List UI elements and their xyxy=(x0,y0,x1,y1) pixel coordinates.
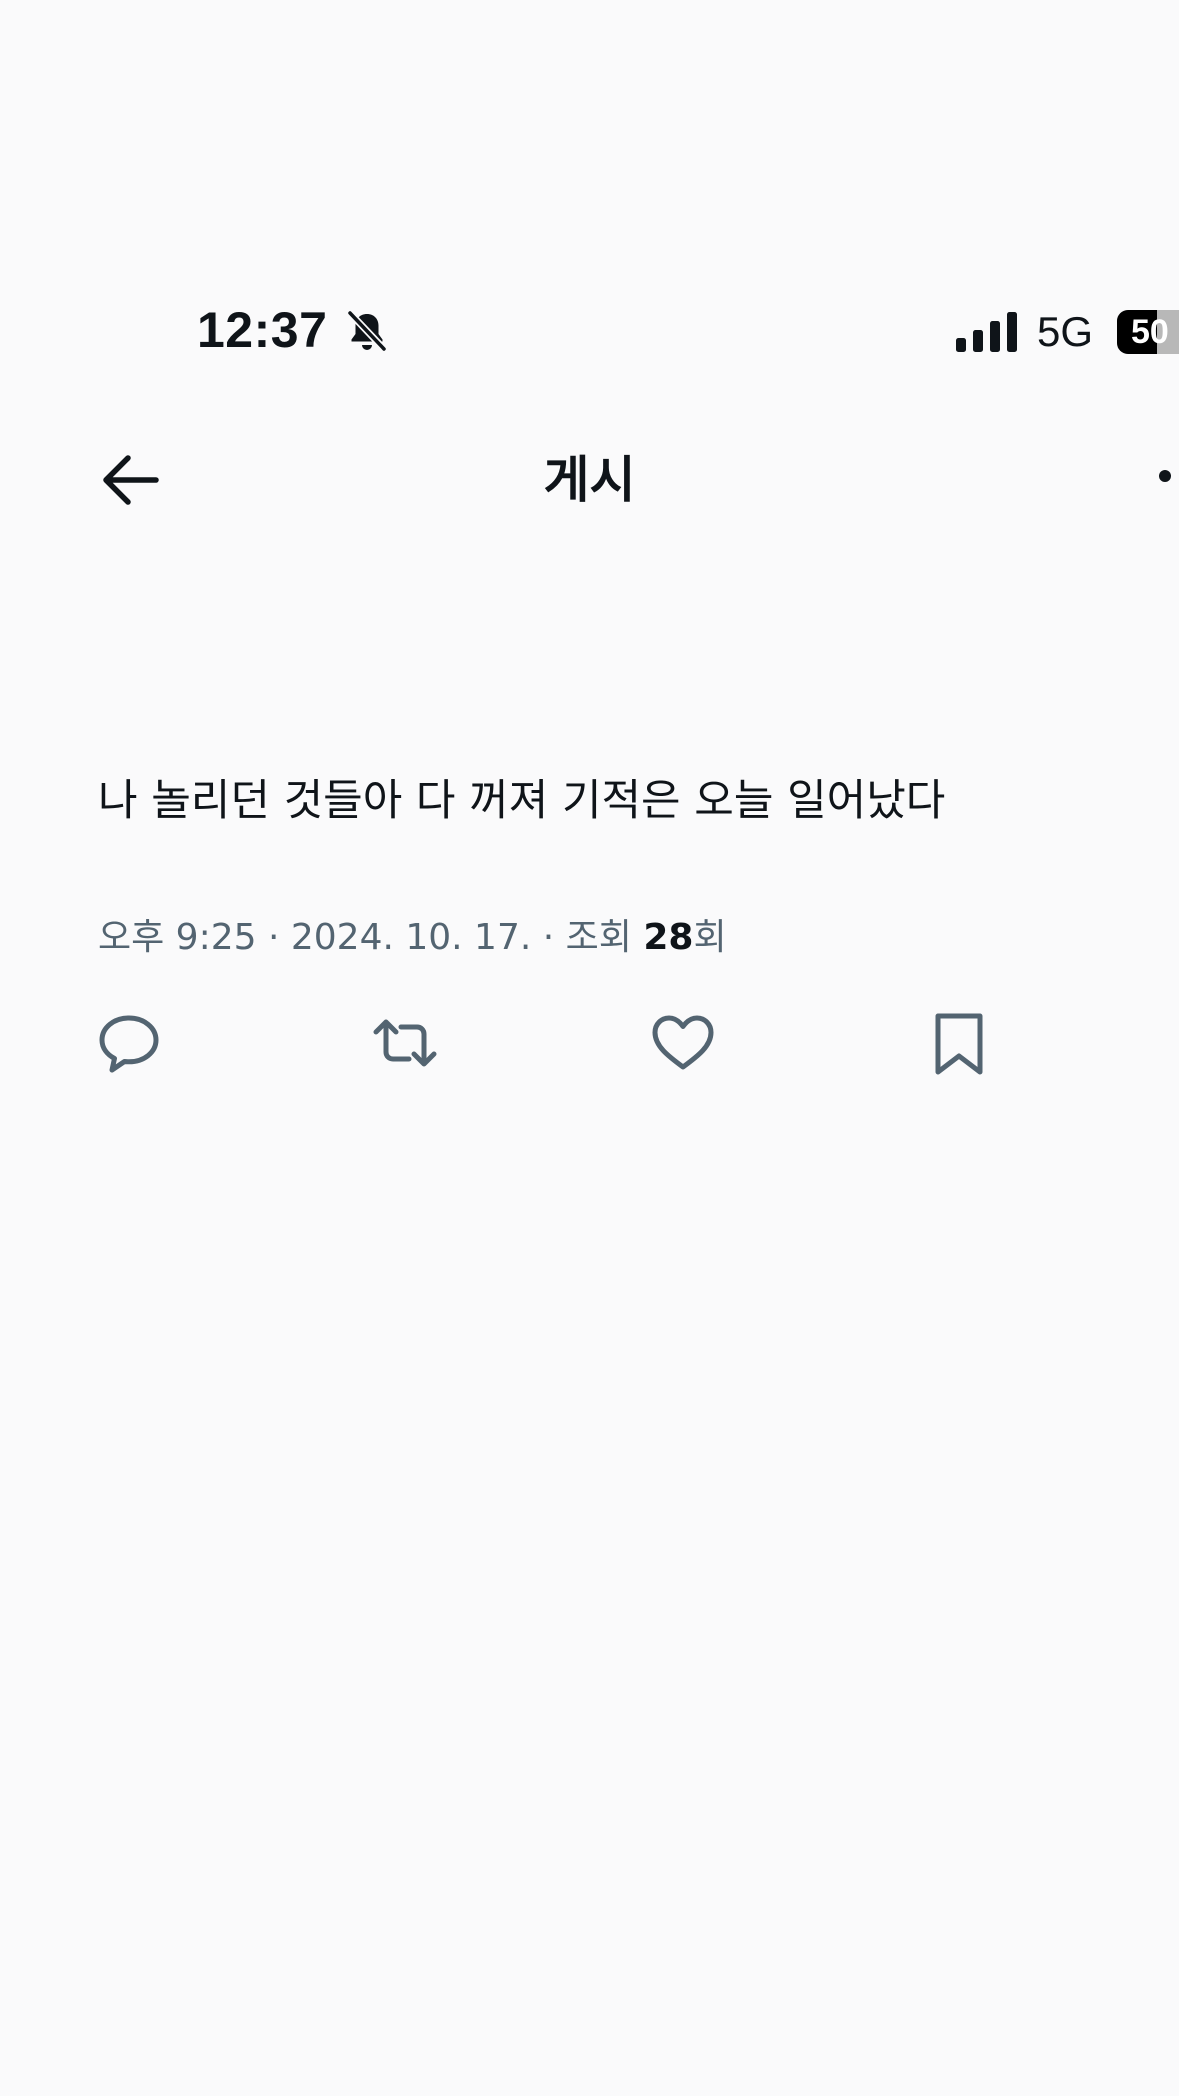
like-button[interactable] xyxy=(650,1010,716,1076)
repost-button[interactable] xyxy=(372,1010,438,1076)
top-navigation-bar: 게시 xyxy=(0,430,1179,530)
status-time: 12:37 xyxy=(197,302,328,358)
post-meta: 오후 9:25 · 2024. 10. 17. · 조회 28회 xyxy=(98,912,727,964)
bell-slash-icon xyxy=(346,309,388,353)
post-timestamp: 오후 9:25 · 2024. 10. 17. · 조회 xyxy=(98,917,644,958)
bookmark-icon xyxy=(935,1013,983,1075)
comment-icon xyxy=(99,1015,159,1073)
views-count: 28 xyxy=(643,917,694,958)
heart-icon xyxy=(652,1015,714,1070)
bookmark-button[interactable] xyxy=(926,1010,992,1076)
more-dots-icon[interactable] xyxy=(1159,470,1171,482)
battery-level: 50 xyxy=(1131,313,1169,351)
page-title-text: 게시 xyxy=(543,451,636,509)
reply-button[interactable] xyxy=(96,1010,162,1076)
network-label: 5G xyxy=(1037,308,1094,355)
post-text: 나 놀리던 것들아 다 꺼져 기적은 오늘 일어났다 xyxy=(98,776,946,826)
views-suffix: 회 xyxy=(693,917,727,958)
cellular-signal-icon xyxy=(956,312,1017,352)
repost-icon xyxy=(373,1019,437,1067)
page-title: 게시 xyxy=(0,448,1179,512)
status-bar: 12:37 5G 50 xyxy=(0,290,1179,370)
battery-indicator: 50 xyxy=(1117,310,1179,354)
